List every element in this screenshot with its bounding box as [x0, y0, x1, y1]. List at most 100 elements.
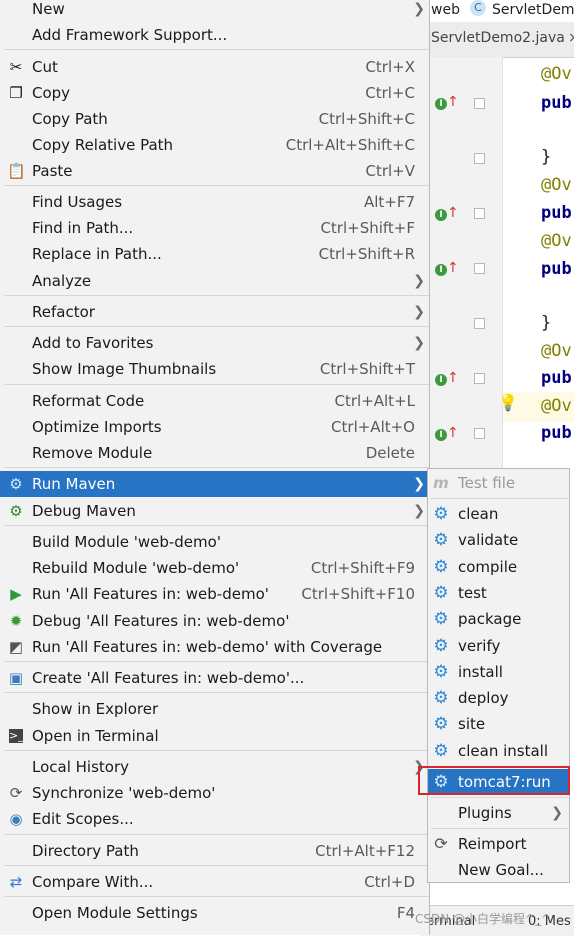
chevron-right-icon: ❯: [413, 273, 425, 289]
submenu-item-new-goal[interactable]: New Goal...: [428, 857, 569, 883]
fold-marker[interactable]: [474, 318, 485, 329]
code-line: pub: [541, 203, 572, 223]
submenu-item-verify[interactable]: ⚙ verify: [428, 633, 569, 659]
gear-icon: ⚙: [433, 714, 449, 734]
scissors-icon: ✂: [9, 58, 23, 76]
maven-gear-icon: ⚙: [9, 475, 23, 493]
menu-item-open-in-terminal[interactable]: >_ Open in Terminal: [0, 723, 429, 749]
menu-item-copy-path[interactable]: Copy Path Ctrl+Shift+C: [0, 106, 429, 132]
lightbulb-icon[interactable]: 💡: [498, 393, 518, 412]
menu-item-local-history[interactable]: Local History ❯: [0, 754, 429, 780]
menu-separator: [431, 498, 568, 499]
run-maven-submenu: m Test file ⚙ clean ⚙ validate ⚙ compile…: [427, 468, 570, 883]
menu-item-run-with-coverage[interactable]: ◩ Run 'All Features in: web-demo' with C…: [0, 634, 429, 660]
gear-icon: ⚙: [433, 557, 449, 577]
submenu-item-clean-install[interactable]: ⚙ clean install: [428, 738, 569, 764]
menu-item-reformat-code[interactable]: Reformat Code Ctrl+Alt+L: [0, 388, 429, 414]
menu-item-paste[interactable]: 📋 Paste Ctrl+V: [0, 158, 429, 184]
fold-marker[interactable]: [474, 428, 485, 439]
menu-item-copy-relative-path[interactable]: Copy Relative Path Ctrl+Alt+Shift+C: [0, 132, 429, 158]
gear-icon: ⚙: [433, 504, 449, 524]
menu-item-debug-maven[interactable]: ⚙ Debug Maven ❯: [0, 498, 429, 524]
code-line: @Ov: [541, 341, 572, 361]
menu-separator: [4, 467, 429, 468]
submenu-item-site[interactable]: ⚙ site: [428, 711, 569, 737]
gear-icon: ⚙: [433, 741, 449, 761]
class-icon: C: [470, 0, 486, 16]
menu-item-show-image-thumbnails[interactable]: Show Image Thumbnails Ctrl+Shift+T: [0, 356, 429, 382]
menu-item-remove-module[interactable]: Remove Module Delete: [0, 440, 429, 466]
menu-item-add-framework-support[interactable]: Add Framework Support...: [0, 22, 429, 48]
fold-marker[interactable]: [474, 153, 485, 164]
menu-separator: [4, 384, 429, 385]
implements-marker-icon[interactable]: I ↑: [435, 425, 459, 442]
submenu-item-test[interactable]: ⚙ test: [428, 580, 569, 606]
code-line: @Ov: [541, 175, 572, 195]
gear-icon: ⚙: [433, 688, 449, 708]
menu-separator: [431, 828, 568, 829]
tab-close-icon[interactable]: ×: [568, 30, 574, 46]
submenu-item-reimport[interactable]: ⟳ Reimport: [428, 831, 569, 857]
menu-separator: [4, 295, 429, 296]
menu-item-synchronize[interactable]: ⟳ Synchronize 'web-demo': [0, 780, 429, 806]
menu-item-show-in-explorer[interactable]: Show in Explorer: [0, 696, 429, 722]
fold-marker[interactable]: [474, 263, 485, 274]
context-menu: New ❯ Add Framework Support... ✂ Cut Ctr…: [0, 0, 430, 935]
submenu-item-compile[interactable]: ⚙ compile: [428, 554, 569, 580]
code-line: @Ov: [541, 396, 572, 416]
menu-item-optimize-imports[interactable]: Optimize Imports Ctrl+Alt+O: [0, 414, 429, 440]
scope-icon: ◉: [9, 810, 23, 828]
menu-item-replace-in-path[interactable]: Replace in Path... Ctrl+Shift+R: [0, 241, 429, 267]
fold-marker[interactable]: [474, 98, 485, 109]
implements-marker-icon[interactable]: I ↑: [435, 370, 459, 387]
chevron-right-icon: ❯: [413, 476, 425, 492]
menu-item-run-maven[interactable]: ⚙ Run Maven ❯: [0, 471, 429, 497]
implements-marker-icon[interactable]: I ↑: [435, 94, 459, 111]
sync-icon: ⟳: [9, 784, 23, 802]
code-line: }: [541, 147, 552, 167]
tab-servletdemo2[interactable]: ServletDemo2.java: [431, 30, 565, 46]
menu-item-build-module[interactable]: Build Module 'web-demo': [0, 529, 429, 555]
menu-item-open-module-settings[interactable]: Open Module Settings F4: [0, 900, 429, 926]
implements-marker-icon[interactable]: I ↑: [435, 260, 459, 277]
menu-item-run-all-features[interactable]: ▶ Run 'All Features in: web-demo' Ctrl+S…: [0, 581, 429, 607]
submenu-item-validate[interactable]: ⚙ validate: [428, 527, 569, 553]
menu-item-analyze[interactable]: Analyze ❯: [0, 268, 429, 294]
submenu-item-install[interactable]: ⚙ install: [428, 659, 569, 685]
menu-item-rebuild-module[interactable]: Rebuild Module 'web-demo' Ctrl+Shift+F9: [0, 555, 429, 581]
menu-item-refactor[interactable]: Refactor ❯: [0, 299, 429, 325]
menu-item-edit-scopes[interactable]: ◉ Edit Scopes...: [0, 806, 429, 832]
breadcrumb-class[interactable]: ServletDem: [492, 0, 574, 22]
watermark: CSDN @小白学编程^_^: [415, 912, 552, 926]
code-line: }: [541, 313, 552, 333]
gear-icon: ⚙: [433, 583, 449, 603]
menu-separator: [4, 865, 429, 866]
menu-item-add-to-favorites[interactable]: Add to Favorites ❯: [0, 330, 429, 356]
menu-item-debug-all-features[interactable]: ✹ Debug 'All Features in: web-demo': [0, 608, 429, 634]
menu-separator: [4, 661, 429, 662]
breadcrumb-web[interactable]: web: [431, 0, 460, 22]
highlight-annotation-box: [418, 766, 570, 795]
menu-item-find-usages[interactable]: Find Usages Alt+F7: [0, 189, 429, 215]
submenu-item-clean[interactable]: ⚙ clean: [428, 501, 569, 527]
submenu-item-test-file: m Test file: [433, 474, 516, 492]
menu-item-find-in-path[interactable]: Find in Path... Ctrl+Shift+F: [0, 215, 429, 241]
chevron-right-icon: ❯: [413, 304, 425, 320]
menu-item-compare-with[interactable]: ⇄ Compare With... Ctrl+D: [0, 869, 429, 895]
code-line: pub: [541, 368, 572, 388]
submenu-item-deploy[interactable]: ⚙ deploy: [428, 685, 569, 711]
implements-marker-icon[interactable]: I ↑: [435, 205, 459, 222]
menu-item-directory-path[interactable]: Directory Path Ctrl+Alt+F12: [0, 838, 429, 864]
menu-item-create-config[interactable]: ▣ Create 'All Features in: web-demo'...: [0, 665, 429, 691]
menu-item-new[interactable]: New ❯: [0, 0, 429, 22]
gear-icon: ⚙: [433, 609, 449, 629]
menu-separator: [4, 834, 429, 835]
menu-item-copy[interactable]: ❐ Copy Ctrl+C: [0, 80, 429, 106]
submenu-item-plugins[interactable]: Plugins ❯: [428, 800, 569, 826]
fold-marker[interactable]: [474, 208, 485, 219]
menu-item-cut[interactable]: ✂ Cut Ctrl+X: [0, 54, 429, 80]
gear-icon: ⚙: [433, 530, 449, 550]
submenu-item-package[interactable]: ⚙ package: [428, 606, 569, 632]
menu-separator: [4, 896, 429, 897]
fold-marker[interactable]: [474, 373, 485, 384]
